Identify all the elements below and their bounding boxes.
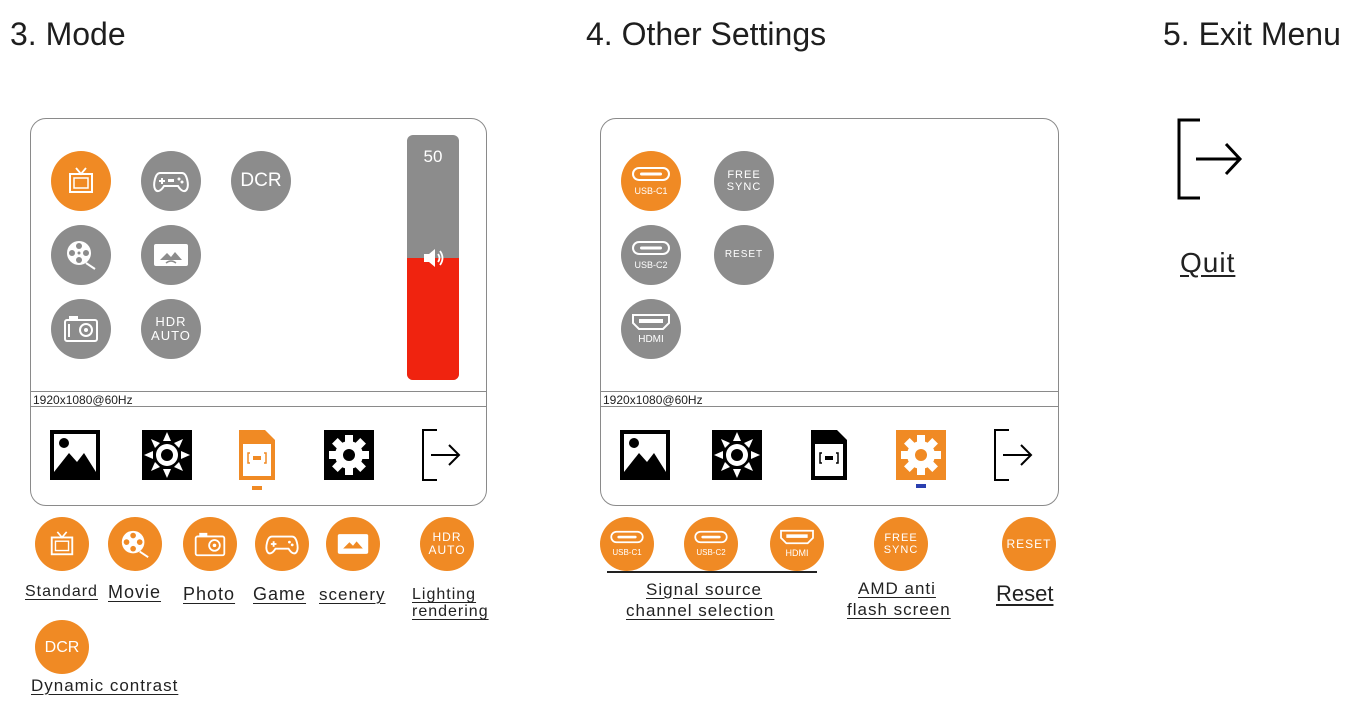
- flash-screen-label: flash screen: [847, 600, 951, 619]
- hdr-label: HDR: [155, 314, 187, 329]
- gear-settings-tab[interactable]: [895, 429, 947, 481]
- signal-group-divider: [607, 571, 817, 573]
- scenery-label: scenery: [319, 585, 386, 604]
- image-settings-tab[interactable]: [619, 429, 671, 481]
- game-mode-button[interactable]: [141, 151, 201, 211]
- usb-c-port-icon: [632, 240, 670, 255]
- legend-hdmi-icon: HDMI: [770, 517, 824, 571]
- legend-free-label: FREE: [884, 532, 918, 544]
- movie-label: Movie: [108, 582, 162, 602]
- other-settings-heading: 4. Other Settings: [586, 16, 827, 52]
- speaker-icon: [424, 249, 444, 267]
- legend-game-icon: [255, 517, 309, 571]
- exit-tab[interactable]: [415, 429, 467, 481]
- quit-label[interactable]: Quit: [1180, 247, 1235, 279]
- document-tab[interactable]: [803, 429, 855, 481]
- film-reel-icon: [67, 241, 96, 270]
- usb-c-port-icon: [632, 166, 670, 181]
- hdmi-source-button[interactable]: HDMI: [621, 299, 681, 359]
- sync-label: SYNC: [726, 181, 762, 193]
- legend-auto-label: AUTO: [428, 543, 466, 557]
- landscape-icon: [154, 244, 188, 266]
- mode-heading: 3. Mode: [10, 16, 126, 52]
- gamepad-icon: [153, 172, 189, 193]
- gear-settings-tab[interactable]: [323, 429, 375, 481]
- lighting-label: Lighting: [412, 586, 477, 603]
- legend-scenery-icon: [326, 517, 380, 571]
- legend-usb-c2-label: USB-C2: [696, 547, 726, 557]
- scenery-mode-button[interactable]: [141, 225, 201, 285]
- legend-freesync-icon: FREE SYNC: [874, 517, 928, 571]
- exit-menu-heading: 5. Exit Menu: [1163, 16, 1341, 52]
- freesync-button[interactable]: FREE SYNC: [714, 151, 774, 211]
- usb-c2-source-button[interactable]: USB-C2: [621, 225, 681, 285]
- standard-mode-button[interactable]: [51, 151, 111, 211]
- game-label: Game: [253, 584, 307, 604]
- document-icon: [239, 430, 275, 480]
- channel-selection-label: channel selection: [626, 601, 775, 620]
- legend-sync-label: SYNC: [883, 544, 919, 556]
- other-settings-panel: USB-C1 FREE SYNC USB-C2 RESET HDMI 1920x…: [600, 118, 1059, 506]
- image-settings-tab[interactable]: [49, 429, 101, 481]
- brightness-tab[interactable]: [141, 429, 193, 481]
- mode-menu-panel: DCR HDR AUTO 50 1920x1080@60Hz: [30, 118, 487, 506]
- legend-dcr-icon: DCR: [35, 620, 89, 674]
- legend-hdr-auto-icon: HDR AUTO: [420, 517, 474, 571]
- reset-label: Reset: [996, 581, 1054, 606]
- hdmi-label: HDMI: [638, 333, 664, 345]
- resolution-readout: 1920x1080@60Hz: [601, 391, 1058, 407]
- document-tab[interactable]: [231, 429, 283, 481]
- movie-mode-button[interactable]: [51, 225, 111, 285]
- brightness-tab[interactable]: [711, 429, 763, 481]
- reset-button[interactable]: RESET: [714, 225, 774, 285]
- tv-icon: [69, 167, 93, 193]
- auto-label: AUTO: [151, 328, 191, 343]
- standard-label: Standard: [25, 583, 98, 600]
- exit-door-icon: [1177, 118, 1243, 200]
- hdmi-port-icon: [632, 313, 670, 330]
- photo-label: Photo: [183, 584, 236, 604]
- hdr-auto-button[interactable]: HDR AUTO: [141, 299, 201, 359]
- legend-usb-c1-label: USB-C1: [612, 547, 642, 557]
- volume-value: 50: [423, 147, 443, 166]
- legend-standard-icon: [35, 517, 89, 571]
- free-label: FREE: [727, 169, 761, 181]
- volume-slider[interactable]: 50: [407, 135, 459, 380]
- usb-c1-label: USB-C1: [634, 185, 668, 196]
- usb-c2-label: USB-C2: [634, 259, 668, 270]
- exit-tab[interactable]: [987, 429, 1039, 481]
- legend-photo-icon: [183, 517, 237, 571]
- volume-level-fill: [407, 257, 459, 380]
- legend-usb-c2-icon: USB-C2: [684, 517, 738, 571]
- photo-mode-button[interactable]: [51, 299, 111, 359]
- usb-c1-source-button[interactable]: USB-C1: [621, 151, 681, 211]
- dcr-mode-button[interactable]: DCR: [231, 151, 291, 211]
- amd-anti-label: AMD anti: [858, 579, 936, 598]
- legend-usb-c1-icon: USB-C1: [600, 517, 654, 571]
- dynamic-contrast-label: Dynamic contrast: [31, 676, 179, 695]
- selected-tab-indicator: [252, 486, 262, 490]
- selected-tab-indicator: [916, 484, 926, 488]
- rendering-label: rendering: [412, 603, 489, 620]
- signal-source-label: Signal source: [646, 580, 763, 599]
- gear-icon: [896, 430, 946, 480]
- camera-icon: [64, 316, 98, 342]
- legend-movie-icon: [108, 517, 162, 571]
- legend-reset-icon: RESET: [1002, 517, 1056, 571]
- legend-hdmi-label: HDMI: [785, 547, 809, 558]
- resolution-readout: 1920x1080@60Hz: [31, 391, 486, 407]
